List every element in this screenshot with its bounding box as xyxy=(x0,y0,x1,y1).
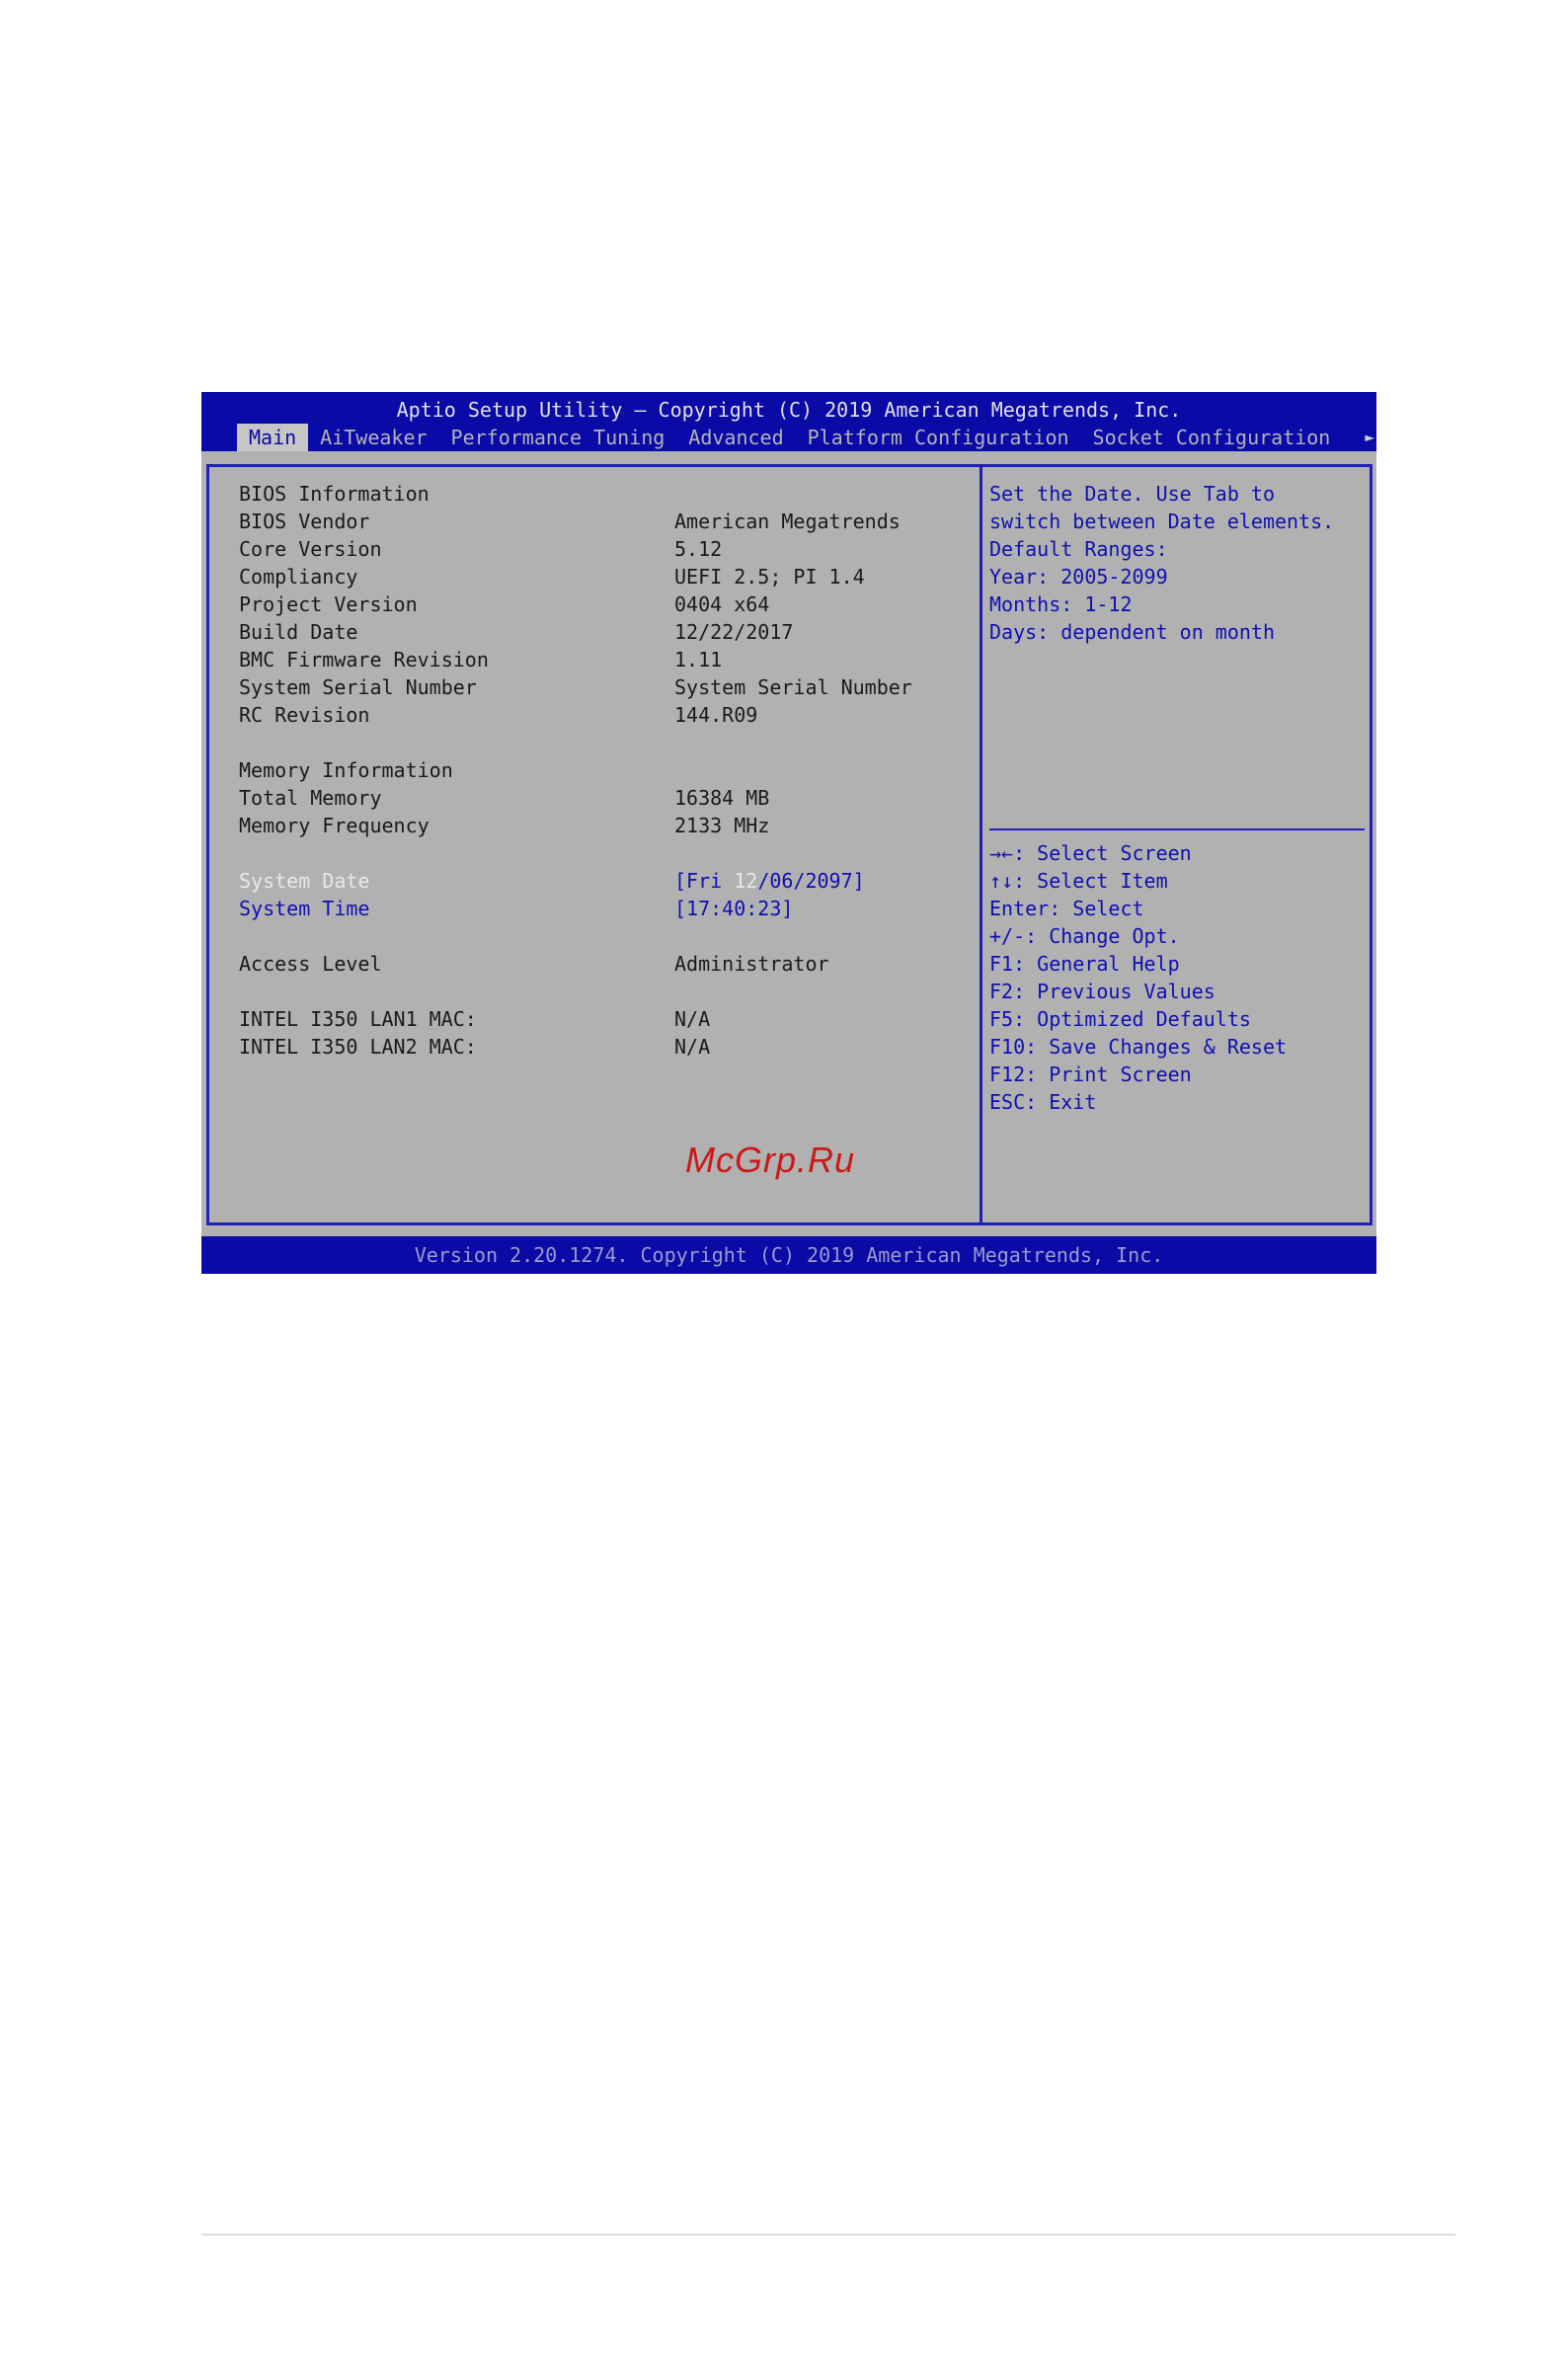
access-level-row: Access Level Administrator xyxy=(239,950,970,978)
panel-divider xyxy=(980,467,982,1222)
lan2-mac-label: INTEL I350 LAN2 MAC: xyxy=(239,1035,477,1059)
key-hint: F12: Print Screen xyxy=(989,1063,1192,1086)
system-date-row[interactable]: System Date [Fri 12/06/2097] xyxy=(239,867,970,895)
info-row: System Serial Number System Serial Numbe… xyxy=(239,673,970,701)
info-label: Project Version xyxy=(239,592,418,616)
key-hint: ↑↓: Select Item xyxy=(989,869,1168,893)
key-hint: F10: Save Changes & Reset xyxy=(989,1035,1288,1059)
page-divider xyxy=(201,2234,1455,2236)
key-hint: ESC: Exit xyxy=(989,1090,1097,1114)
info-label: BIOS Vendor xyxy=(239,510,370,533)
info-value: System Serial Number xyxy=(674,675,912,699)
info-row: Build Date 12/22/2017 xyxy=(239,618,970,646)
tab-performance-tuning[interactable]: Performance Tuning xyxy=(439,424,677,451)
info-label: Total Memory xyxy=(239,786,382,810)
info-value: American Megatrends xyxy=(674,510,901,533)
info-value: 5.12 xyxy=(674,537,723,561)
info-value: 16384 MB xyxy=(674,786,770,810)
heading-text: Memory Information xyxy=(239,758,453,782)
lan2-mac-row: INTEL I350 LAN2 MAC: N/A xyxy=(239,1033,970,1061)
watermark-text: McGrp.Ru xyxy=(685,1140,856,1180)
access-level-value: Administrator xyxy=(674,952,829,976)
info-label: System Serial Number xyxy=(239,675,477,699)
title-bar: Aptio Setup Utility – Copyright (C) 2019… xyxy=(201,392,1376,451)
date-field-selected[interactable]: 12 xyxy=(734,869,757,893)
info-label: BMC Firmware Revision xyxy=(239,648,489,671)
info-label: RC Revision xyxy=(239,703,370,727)
info-value: 2133 MHz xyxy=(674,814,770,837)
info-value: 144.R09 xyxy=(674,703,758,727)
system-time-row[interactable]: System Time [17:40:23] xyxy=(239,895,970,922)
tab-platform-configuration[interactable]: Platform Configuration xyxy=(796,424,1081,451)
info-value: UEFI 2.5; PI 1.4 xyxy=(674,565,865,589)
tab-socket-configuration[interactable]: Socket Configuration xyxy=(1081,424,1343,451)
heading-text: BIOS Information xyxy=(239,482,430,506)
key-hint: Enter: Select xyxy=(989,897,1144,920)
key-hint: F5: Optimized Defaults xyxy=(989,1007,1251,1031)
system-date-label[interactable]: System Date xyxy=(239,867,369,895)
date-prefix: [Fri xyxy=(674,869,735,893)
help-line: Year: 2005-2099 xyxy=(989,565,1168,589)
key-hint: +/-: Change Opt. xyxy=(989,924,1180,948)
key-hint: F1: General Help xyxy=(989,952,1180,976)
main-content: BIOS Information BIOS Vendor American Me… xyxy=(201,451,1376,1236)
info-label: Compliancy xyxy=(239,565,358,589)
lan1-mac-label: INTEL I350 LAN1 MAC: xyxy=(239,1007,477,1031)
info-row: Core Version 5.12 xyxy=(239,535,970,563)
info-value: 12/22/2017 xyxy=(674,620,794,644)
bios-info-heading: BIOS Information xyxy=(239,480,970,508)
footer-version: Version 2.20.1274. Copyright (C) 2019 Am… xyxy=(414,1243,1164,1267)
tab-advanced[interactable]: Advanced xyxy=(676,424,795,451)
help-line: Default Ranges: xyxy=(989,537,1168,561)
lan1-mac-row: INTEL I350 LAN1 MAC: N/A xyxy=(239,1005,970,1033)
footer-bar: Version 2.20.1274. Copyright (C) 2019 Am… xyxy=(201,1236,1376,1274)
access-level-label: Access Level xyxy=(239,952,382,976)
info-row: BIOS Vendor American Megatrends xyxy=(239,508,970,535)
info-row: Project Version 0404 x64 xyxy=(239,591,970,618)
info-row: BMC Firmware Revision 1.11 xyxy=(239,646,970,673)
info-value: 1.11 xyxy=(674,648,723,671)
tab-bar: Main AiTweaker Performance Tuning Advanc… xyxy=(237,424,1342,451)
info-value: 0404 x64 xyxy=(674,592,770,616)
info-row: Compliancy UEFI 2.5; PI 1.4 xyxy=(239,563,970,591)
date-suffix: /06/2097] xyxy=(757,869,865,893)
tab-aitweaker[interactable]: AiTweaker xyxy=(308,424,438,451)
help-line: switch between Date elements. xyxy=(989,510,1335,533)
info-label: Memory Frequency xyxy=(239,814,430,837)
info-row: Total Memory 16384 MB xyxy=(239,784,970,812)
bios-setup-window: Aptio Setup Utility – Copyright (C) 2019… xyxy=(201,392,1376,1274)
content-frame: BIOS Information BIOS Vendor American Me… xyxy=(206,464,1372,1225)
help-divider xyxy=(989,828,1365,830)
info-row: RC Revision 144.R09 xyxy=(239,701,970,729)
help-line: Months: 1-12 xyxy=(989,592,1133,616)
help-line: Set the Date. Use Tab to xyxy=(989,482,1275,506)
info-row: Memory Frequency 2133 MHz xyxy=(239,812,970,839)
system-time-label[interactable]: System Time xyxy=(239,895,369,922)
info-label: Build Date xyxy=(239,620,358,644)
tab-main[interactable]: Main xyxy=(237,424,309,451)
help-line: Days: dependent on month xyxy=(989,620,1275,644)
lan2-mac-value: N/A xyxy=(674,1035,711,1059)
lan1-mac-value: N/A xyxy=(674,1007,711,1031)
window-title: Aptio Setup Utility – Copyright (C) 2019… xyxy=(396,398,1182,422)
memory-info-heading: Memory Information xyxy=(239,756,970,784)
key-hint: F2: Previous Values xyxy=(989,980,1215,1003)
system-time-value[interactable]: [17:40:23] xyxy=(674,895,793,922)
info-label: Core Version xyxy=(239,537,382,561)
key-hint: →←: Select Screen xyxy=(989,841,1192,865)
more-tabs-arrow-icon[interactable]: ► xyxy=(1365,428,1374,447)
system-date-value[interactable]: [Fri 12/06/2097] xyxy=(674,867,865,895)
